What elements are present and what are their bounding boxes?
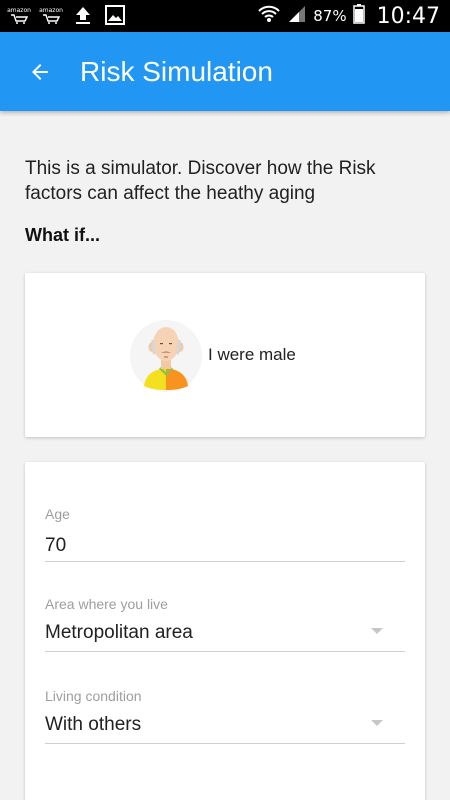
battery-percent: 87% bbox=[313, 7, 347, 25]
notification-icons: amazon amazon bbox=[7, 4, 126, 26]
status-bar: amazon amazon 87% 10:47 bbox=[0, 0, 450, 32]
dropdown-arrow-icon bbox=[371, 628, 383, 634]
age-value[interactable]: 70 bbox=[45, 535, 66, 557]
amazon-icon: amazon bbox=[7, 4, 31, 26]
living-condition-label: Living condition bbox=[45, 688, 142, 704]
app-bar: Risk Simulation bbox=[0, 32, 450, 111]
back-button[interactable] bbox=[22, 54, 58, 90]
wifi-icon bbox=[257, 4, 281, 29]
male-avatar-icon bbox=[130, 320, 202, 392]
clock: 10:47 bbox=[376, 3, 440, 29]
living-condition-value: With others bbox=[45, 714, 142, 735]
area-label: Area where you live bbox=[45, 596, 168, 612]
living-condition-dropdown[interactable]: Living condition With others bbox=[45, 684, 405, 744]
gender-label: I were male bbox=[208, 345, 296, 364]
area-dropdown[interactable]: Area where you live Metropolitan area bbox=[45, 592, 405, 652]
amazon-wordmark: amazon bbox=[39, 6, 63, 14]
image-icon bbox=[104, 4, 126, 26]
battery-icon bbox=[352, 3, 365, 29]
upload-icon bbox=[72, 4, 94, 26]
risk-form-card: Age 70 Area where you live Metropolitan … bbox=[25, 462, 425, 800]
system-icons: 87% 10:47 bbox=[257, 0, 440, 32]
intro-text: This is a simulator. Discover how the Ri… bbox=[25, 158, 376, 204]
arrow-back-icon bbox=[32, 64, 48, 80]
gender-card[interactable]: I were male bbox=[25, 273, 425, 437]
page-title: Risk Simulation bbox=[80, 56, 273, 87]
amazon-icon: amazon bbox=[39, 4, 63, 26]
age-field[interactable]: Age 70 bbox=[45, 502, 405, 562]
area-value: Metropolitan area bbox=[45, 622, 193, 643]
signal-icon bbox=[287, 4, 307, 29]
what-if-heading: What if... bbox=[25, 225, 100, 245]
age-label: Age bbox=[45, 506, 70, 522]
dropdown-arrow-icon bbox=[371, 720, 383, 726]
amazon-wordmark: amazon bbox=[7, 6, 31, 14]
